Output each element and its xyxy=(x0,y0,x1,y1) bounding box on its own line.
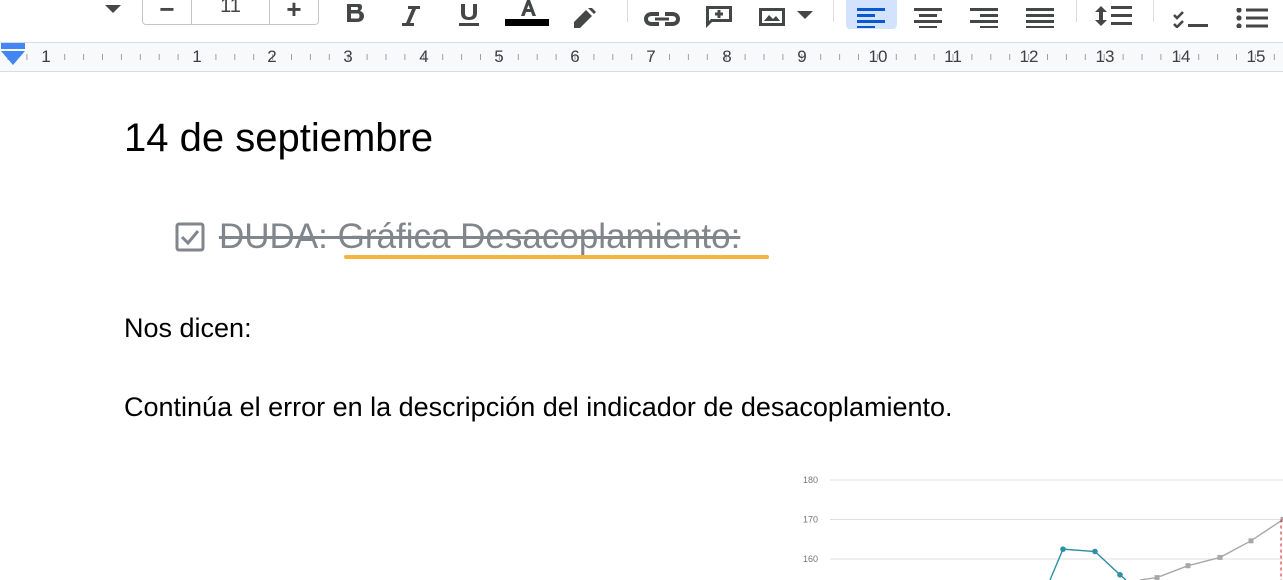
ruler-number: 5 xyxy=(494,47,504,66)
chart-data-point xyxy=(1248,538,1254,544)
toolbar-divider xyxy=(627,0,628,22)
paragraph: Nos dicen: xyxy=(124,313,252,343)
ruler-number: 9 xyxy=(797,47,807,66)
indent-marker-icon[interactable] xyxy=(0,43,26,69)
font-size-increase-button[interactable]: + xyxy=(270,0,318,24)
bold-icon xyxy=(347,4,364,22)
add-comment-button[interactable] xyxy=(703,0,735,28)
bulleted-list-button[interactable] xyxy=(1234,0,1270,28)
toolbar: − 11 + xyxy=(0,0,1283,42)
document-heading: 14 de septiembre xyxy=(124,116,434,160)
ruler-number: 10 xyxy=(868,47,888,66)
highlight-button[interactable] xyxy=(567,0,601,28)
ruler-number: 15 xyxy=(1246,47,1266,66)
ruler-number: 8 xyxy=(722,47,732,66)
checked-checkbox-icon[interactable] xyxy=(175,222,205,252)
embedded-chart-image[interactable]: 180 170 160 xyxy=(790,466,1283,580)
ruler-number: 11 xyxy=(944,47,962,66)
align-right-icon xyxy=(970,8,998,28)
highlight-icon xyxy=(574,8,596,28)
line-spacing-button[interactable] xyxy=(1094,0,1134,28)
chart-data-point xyxy=(1060,546,1066,552)
font-size-input[interactable]: 11 xyxy=(191,0,270,24)
italic-icon xyxy=(402,6,420,26)
chart-series-line xyxy=(1139,518,1283,580)
toolbar-divider xyxy=(1076,0,1077,22)
ruler-number: 12 xyxy=(1019,47,1039,66)
paragraph: Continúa el error en la descripción del … xyxy=(124,392,953,422)
align-left-button[interactable] xyxy=(855,0,887,28)
ruler-number: 14 xyxy=(1171,47,1191,66)
insert-link-button[interactable] xyxy=(642,0,682,28)
align-center-icon xyxy=(914,8,942,28)
chart-data-point xyxy=(1217,554,1223,560)
chart-data-point xyxy=(1092,548,1098,555)
text-color-icon xyxy=(505,0,549,26)
ruler-number: 2 xyxy=(267,47,277,66)
toolbar-divider xyxy=(1153,0,1154,22)
chart-y-tick-label: 180 xyxy=(803,475,818,485)
ruler-number: 6 xyxy=(570,47,580,66)
add-comment-icon xyxy=(706,6,732,28)
chart-data-point xyxy=(1117,572,1123,578)
align-center-button[interactable] xyxy=(912,0,944,28)
insert-image-button[interactable] xyxy=(757,0,817,28)
font-size-control: − 11 + xyxy=(142,0,319,25)
ruler-number: 1 xyxy=(192,47,202,66)
align-right-button[interactable] xyxy=(968,0,1000,28)
checklist-icon xyxy=(1173,11,1208,28)
toolbar-divider xyxy=(833,0,834,22)
align-left-icon xyxy=(857,8,885,28)
chart-y-tick-label: 170 xyxy=(803,515,818,525)
ruler-number: 4 xyxy=(419,47,429,66)
document-page[interactable]: 14 de septiembre DUDA: Gráfica Desacopla… xyxy=(0,72,1283,580)
checklist-item-text: DUDA: Gráfica Desacoplamiento: xyxy=(219,217,741,256)
plus-icon: + xyxy=(286,0,302,24)
align-justify-button[interactable] xyxy=(1024,0,1056,28)
underline-button[interactable] xyxy=(454,0,484,28)
line-spacing-icon xyxy=(1095,6,1132,26)
ruler-number: 3 xyxy=(343,47,353,66)
insert-image-icon xyxy=(759,8,813,26)
chart-series-line xyxy=(1049,548,1127,580)
minus-icon: − xyxy=(159,0,175,24)
chart-y-tick-label: 160 xyxy=(803,554,818,564)
link-icon xyxy=(644,12,680,26)
bold-button[interactable] xyxy=(340,0,370,28)
chart-data-point xyxy=(1154,575,1160,580)
ruler-number: 7 xyxy=(646,47,656,66)
italic-button[interactable] xyxy=(396,0,424,28)
ruler-number: 13 xyxy=(1095,47,1115,66)
font-dropdown-arrow-icon[interactable] xyxy=(101,0,125,14)
spelling-suggestion-underline[interactable] xyxy=(344,255,769,259)
font-size-decrease-button[interactable]: − xyxy=(143,0,191,24)
underline-icon xyxy=(459,4,479,26)
align-justify-icon xyxy=(1026,8,1054,28)
ruler[interactable]: 1 1 2 3 4 5 6 7 8 9 10 11 12 13 14 15 xyxy=(0,42,1283,72)
ruler-number: 1 xyxy=(41,47,51,66)
chart-data-point xyxy=(1185,563,1191,569)
bulleted-list-icon xyxy=(1236,8,1268,28)
text-color-button[interactable] xyxy=(505,0,549,27)
checklist-button[interactable] xyxy=(1172,0,1210,28)
